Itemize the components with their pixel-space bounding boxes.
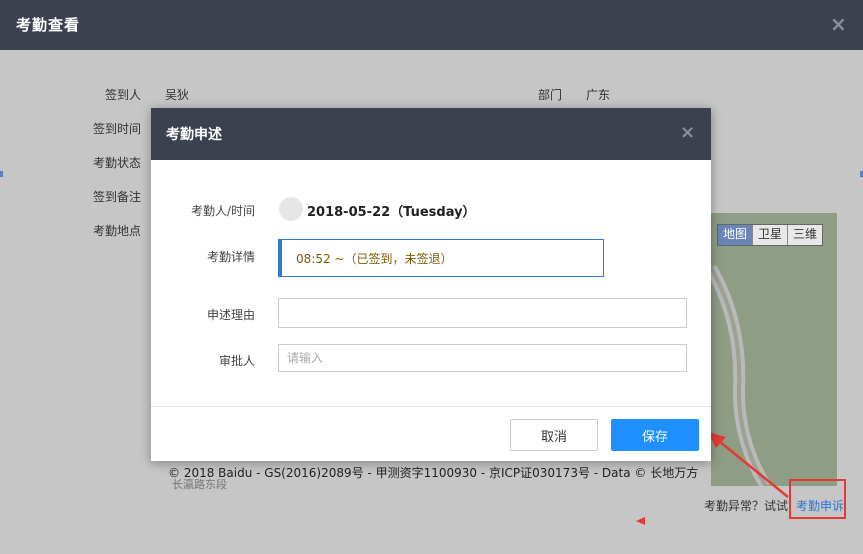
dialog-title: 考勤申述 <box>166 127 222 143</box>
sign-time-label: 签到时间 <box>92 122 141 136</box>
map-type-3d-button[interactable]: 三维 <box>788 225 823 245</box>
complaint-dialog: 考勤申述 × 考勤人/时间 2018-05-22（Tuesday） 考勤详情 0… <box>151 108 711 461</box>
window-title: 考勤查看 <box>16 16 81 34</box>
dialog-header <box>151 108 711 160</box>
window-header <box>0 0 863 50</box>
attendance-location-label: 考勤地点 <box>92 224 141 238</box>
attendance-detail-value: 08:52 ~（已签到，未签退） <box>296 252 453 266</box>
annotation-arrow-icon <box>708 432 789 498</box>
approver-input[interactable] <box>278 344 687 372</box>
attendance-status-label: 考勤状态 <box>92 156 141 170</box>
map-type-switcher: 地图 卫星 三维 <box>717 224 824 246</box>
sign-remark-label: 签到备注 <box>92 190 141 204</box>
dialog-footer-divider <box>151 406 711 407</box>
window-edge-marker <box>0 171 3 177</box>
person-time-label: 考勤人/时间 <box>190 204 255 218</box>
dept-value: 广东 <box>586 88 611 102</box>
window-close-icon[interactable]: × <box>830 12 847 36</box>
person-time-value: 2018-05-22（Tuesday） <box>307 205 476 220</box>
signer-value: 吴狄 <box>165 88 190 102</box>
map-type-satellite-button[interactable]: 卫星 <box>753 225 789 245</box>
highlight-box <box>789 479 846 519</box>
map-copyright: © 2018 Baidu - GS(2016)2089号 - 甲测资字11009… <box>168 466 699 480</box>
red-triangle-marker <box>636 517 645 525</box>
signer-label: 签到人 <box>104 88 141 102</box>
attendance-detail-box: 08:52 ~（已签到，未签退） <box>278 239 604 277</box>
reason-label: 申述理由 <box>206 308 255 322</box>
cancel-button[interactable]: 取消 <box>510 419 598 451</box>
dialog-close-icon[interactable]: × <box>680 122 695 143</box>
avatar <box>279 197 303 221</box>
approver-label: 审批人 <box>218 354 255 368</box>
dept-label: 部门 <box>538 88 563 102</box>
reason-input[interactable] <box>278 298 687 328</box>
save-button[interactable]: 保存 <box>611 419 699 451</box>
map-type-map-button[interactable]: 地图 <box>718 225 754 245</box>
detail-label: 考勤详情 <box>206 250 255 264</box>
